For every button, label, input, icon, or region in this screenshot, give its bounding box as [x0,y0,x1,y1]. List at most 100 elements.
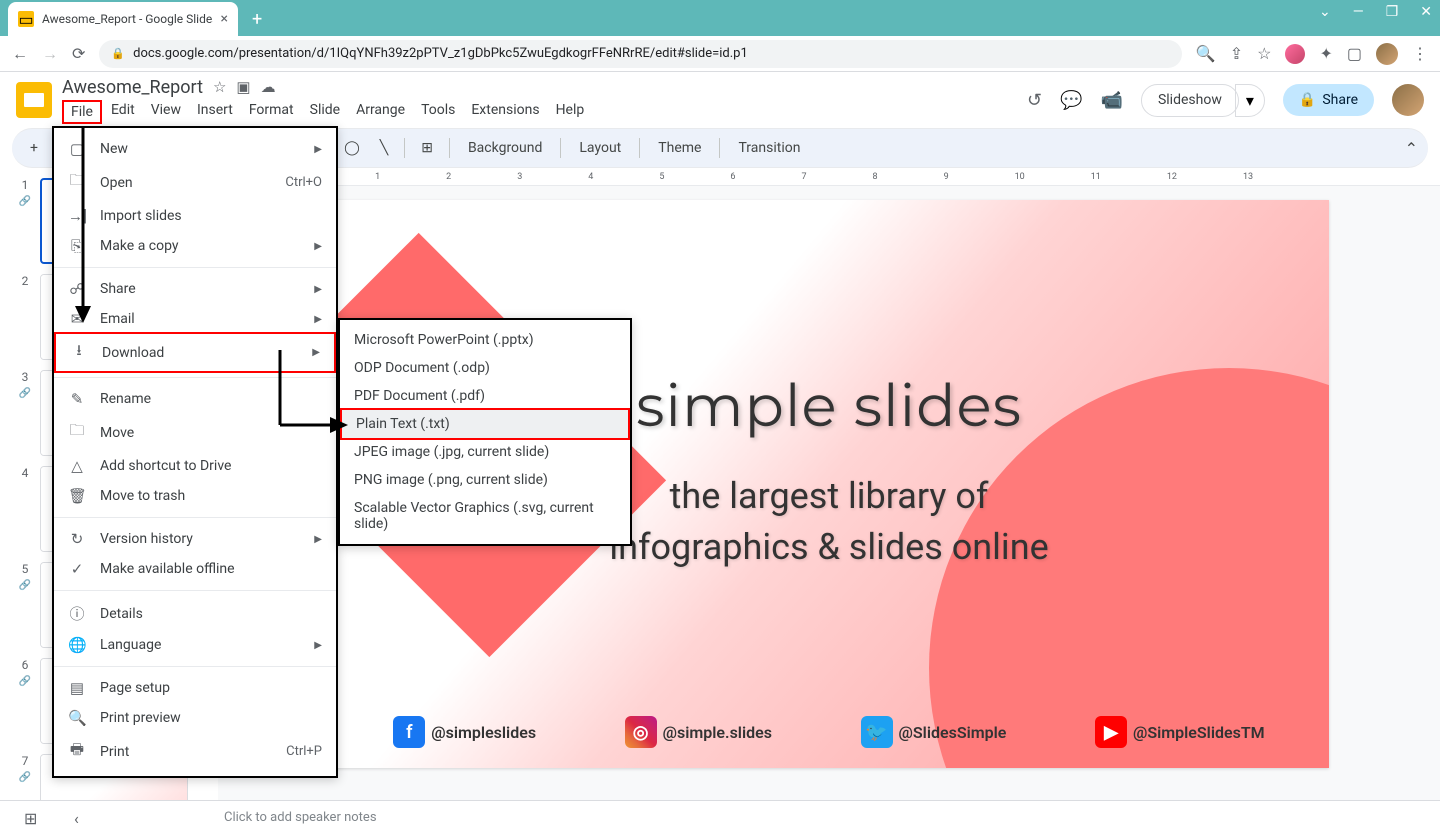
comment-tool[interactable]: ⊞ [413,136,441,160]
file-menu-dropdown: ▢New▶ 🗀OpenCtrl+O →]Import slides ⎘Make … [52,126,338,778]
speaker-notes-bar[interactable]: Click to add speaker notes [0,800,1440,834]
horizontal-ruler: 112345678910111213 [218,168,1440,186]
present-camera-icon[interactable]: 📹 [1101,90,1123,111]
star-icon[interactable]: ☆ [213,78,226,96]
extensions-puzzle-icon[interactable]: ✦ [1319,44,1332,63]
menu-arrange[interactable]: Arrange [349,100,412,124]
extension-icon[interactable] [1285,44,1305,64]
browser-menu-icon[interactable]: ⋮ [1412,44,1428,63]
menu-item-open[interactable]: 🗀OpenCtrl+O [54,164,336,201]
shape-tool[interactable]: ◯ [336,136,368,160]
submenu-item-jpg[interactable]: JPEG image (.jpg, current slide) [340,438,630,466]
menu-item-page-setup[interactable]: ▤Page setup [54,673,336,703]
globe-icon: 🌐 [68,636,86,654]
thumb-number: 6 [22,658,29,672]
drive-shortcut-icon: △ [68,457,86,475]
folder-icon: 🗀 [68,170,86,195]
theme-button[interactable]: Theme [648,136,711,160]
history-icon[interactable]: ↺ [1027,90,1042,111]
share-url-icon[interactable]: ⇪ [1230,44,1243,63]
menu-item-language[interactable]: 🌐Language▶ [54,630,336,660]
menu-item-details[interactable]: ⓘDetails [54,597,336,630]
submenu-item-png[interactable]: PNG image (.png, current slide) [340,466,630,494]
menu-item-make-copy[interactable]: ⎘Make a copy▶ [54,231,336,261]
submenu-item-pptx[interactable]: Microsoft PowerPoint (.pptx) [340,326,630,354]
menu-item-trash[interactable]: 🗑Move to trash [54,481,336,511]
thumb-number: 2 [22,274,29,288]
menu-item-move[interactable]: 🗀Move [54,414,336,451]
link-indicator-icon: 🔗 [19,196,31,207]
submenu-item-svg[interactable]: Scalable Vector Graphics (.svg, current … [340,494,630,538]
new-slide-button[interactable]: + [22,136,46,160]
submenu-item-pdf[interactable]: PDF Document (.pdf) [340,382,630,410]
link-indicator-icon: 🔗 [19,580,31,591]
menu-help[interactable]: Help [549,100,592,124]
thumb-number: 7 [22,754,29,768]
collapse-toolbar-icon[interactable]: ⌃ [1405,139,1418,158]
url-input[interactable]: 🔒 docs.google.com/presentation/d/1IQqYNF… [99,40,1181,68]
slideshow-button[interactable]: Slideshow [1141,84,1239,117]
zoom-icon[interactable]: 🔍 [1196,44,1216,63]
move-folder-icon[interactable]: ▣ [236,78,250,96]
side-panel-icon[interactable]: ▢ [1347,44,1362,63]
bookmark-icon[interactable]: ☆ [1257,44,1271,63]
tab-close-icon[interactable]: × [221,11,228,27]
menu-tools[interactable]: Tools [414,100,462,124]
thumb-number: 3 [22,370,29,384]
browser-tab[interactable]: ▭ Awesome_Report - Google Slides × [8,2,238,36]
offline-icon: ✓ [68,560,86,578]
menu-item-email[interactable]: ✉Email▶ [54,304,336,334]
info-icon: ⓘ [68,603,86,624]
menu-item-share[interactable]: ☍Share▶ [54,274,336,304]
menu-item-print-preview[interactable]: 🔍Print preview [54,703,336,733]
menu-edit[interactable]: Edit [104,100,142,124]
pencil-icon: ✎ [68,390,86,408]
menu-item-import[interactable]: →]Import slides [54,201,336,231]
forward-button[interactable]: → [42,44,58,64]
social-handle-tw: @SlidesSimple [899,723,1007,742]
background-button[interactable]: Background [458,136,552,160]
import-icon: →] [68,207,86,225]
transition-button[interactable]: Transition [728,136,810,160]
copy-icon: ⎘ [68,237,86,255]
menu-item-add-shortcut[interactable]: △Add shortcut to Drive [54,451,336,481]
account-avatar[interactable] [1392,84,1424,116]
menu-item-rename[interactable]: ✎Rename [54,384,336,414]
menu-item-version-history[interactable]: ↻Version history▶ [54,524,336,554]
share-button[interactable]: 🔒 Share [1283,84,1374,116]
slides-logo-icon[interactable] [16,82,52,118]
social-handle-ig: @simple.slides [663,723,772,742]
window-close-icon[interactable]: ✕ [1420,4,1432,20]
explore-icon[interactable]: ‹ [74,809,79,828]
window-caret-icon[interactable]: ⌄ [1319,4,1331,20]
menu-item-print[interactable]: 🖶PrintCtrl+P [54,733,336,770]
menu-file[interactable]: File [62,100,102,124]
document-title[interactable]: Awesome_Report [62,77,203,98]
youtube-icon: ▶ [1095,716,1127,748]
new-tab-button[interactable]: + [252,9,262,30]
comments-icon[interactable]: 💬 [1060,90,1082,111]
menu-item-new[interactable]: ▢New▶ [54,134,336,164]
menu-insert[interactable]: Insert [190,100,240,124]
cloud-status-icon[interactable]: ☁ [261,78,276,96]
lock-share-icon: 🔒 [1299,92,1316,108]
reload-button[interactable]: ⟳ [72,44,85,63]
layout-button[interactable]: Layout [569,136,631,160]
window-minimize-icon[interactable]: — [1353,4,1364,20]
menu-view[interactable]: View [144,100,188,124]
submenu-item-txt[interactable]: Plain Text (.txt) [340,408,630,440]
window-maximize-icon[interactable]: ❐ [1386,4,1399,20]
menu-slide[interactable]: Slide [303,100,347,124]
line-tool[interactable]: ╲ [372,136,396,160]
slideshow-caret-button[interactable]: ▾ [1235,84,1265,117]
grid-view-icon[interactable]: ⊞ [24,809,37,828]
browser-profile-avatar[interactable] [1376,43,1398,65]
menu-extensions[interactable]: Extensions [464,100,546,124]
menu-item-offline[interactable]: ✓Make available offline [54,554,336,584]
thumb-number: 1 [22,178,29,192]
menu-item-download[interactable]: ⭳Download▶ [54,332,336,373]
menu-format[interactable]: Format [242,100,301,124]
back-button[interactable]: ← [12,44,28,64]
link-indicator-icon: 🔗 [19,772,31,783]
submenu-item-odp[interactable]: ODP Document (.odp) [340,354,630,382]
